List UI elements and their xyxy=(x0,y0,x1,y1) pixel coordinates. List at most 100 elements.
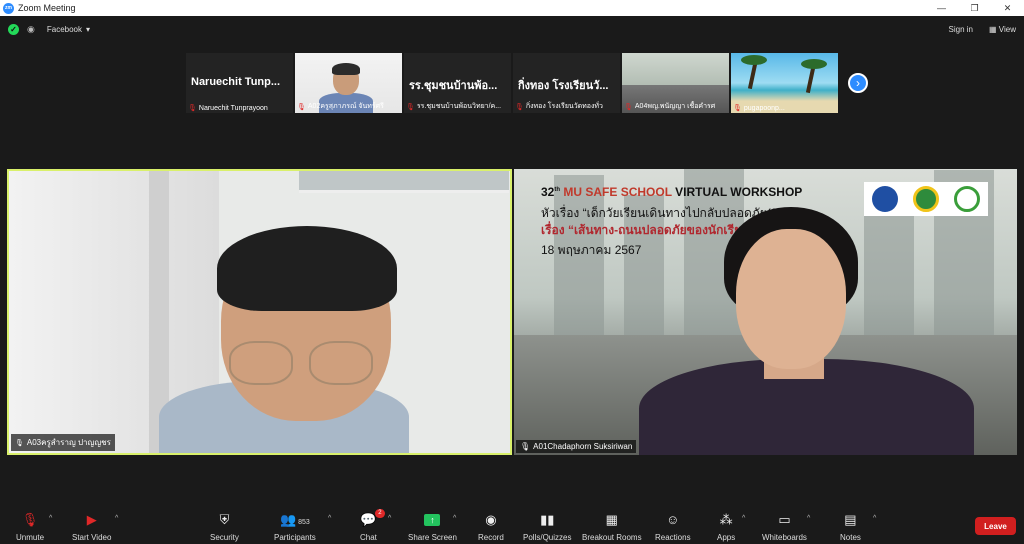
video-glasses xyxy=(309,341,373,385)
mic-off-icon: 🎙 xyxy=(188,105,197,112)
mic-off-icon: 🎙 xyxy=(515,103,524,111)
chat-icon: 💬 2 xyxy=(360,509,385,528)
share-screen-button[interactable]: ↑ Share Screen xyxy=(408,512,457,542)
participant-thumbnail[interactable]: กิ่งทอง โรงเรียนวั... 🎙 กิ่งทอง โรงเรียนว… xyxy=(513,53,620,113)
chat-unread-badge: 2 xyxy=(375,509,385,518)
whiteboards-button[interactable]: ▭ Whiteboards xyxy=(762,512,807,542)
participant-thumbnail-strip: Naruechit Tunp... 🎙 Naruechit Tunprayoon … xyxy=(186,53,838,113)
participants-count: 853 xyxy=(298,519,310,526)
share-screen-label: Share Screen xyxy=(408,533,457,542)
participant-name: A04พญ.พนัญญา เชื้อคำรศ xyxy=(634,103,716,110)
participant-display-name: รร.ชุมชนบ้านพ้อ... xyxy=(409,80,498,92)
livestream-menu[interactable]: Facebook ▾ xyxy=(47,25,90,34)
participant-display-name: กิ่งทอง โรงเรียนวั... xyxy=(518,80,609,92)
mic-off-icon: 🎙 xyxy=(733,105,742,112)
notes-icon: ▤ xyxy=(844,512,857,527)
notes-button[interactable]: ▤ Notes xyxy=(840,512,861,542)
video-options-chevron-icon[interactable]: ^ xyxy=(115,515,118,522)
university-logo-icon xyxy=(871,186,898,212)
participant-thumbnail[interactable]: รร.ชุมชนบ้านพ้อ... 🎙 รร.ชุมชนบ้านพ้อนวิทย… xyxy=(404,53,511,113)
institute-logo-icon xyxy=(912,186,939,212)
whiteboards-label: Whiteboards xyxy=(762,533,807,542)
participant-thumbnail[interactable]: 🎙 A04พญ.พนัญญา เชื้อคำรศ xyxy=(622,53,729,113)
slide-date: 18 พฤษภาคม 2567 xyxy=(541,243,642,257)
title-bar: zm Zoom Meeting — ❐ ✕ xyxy=(0,0,1024,16)
video-building xyxy=(554,175,604,345)
video-glasses xyxy=(229,341,293,385)
apps-button[interactable]: ⁂ Apps xyxy=(717,512,735,542)
breakout-rooms-button[interactable]: ▦ Breakout Rooms xyxy=(582,512,642,542)
start-video-label: Start Video xyxy=(72,533,112,542)
palm-tree-leaves xyxy=(741,55,767,65)
participant-thumbnail[interactable]: Naruechit Tunp... 🎙 Naruechit Tunprayoon xyxy=(186,53,293,113)
slide-topic: เรื่อง “เส้นทาง-ถนนปลอดภัยของนักเรีย... xyxy=(541,223,751,237)
participant-thumbnail[interactable]: 🎙 A02ครูสุภาภรณ์ จันทร์ศรี xyxy=(295,53,402,113)
video-off-icon: ▶ xyxy=(86,512,97,527)
active-speaker-video-tile[interactable]: 🎙 A03ครูสำราญ ปาญญชร xyxy=(7,169,512,455)
participants-label: Participants xyxy=(274,533,316,542)
mic-icon: 🎙 xyxy=(15,439,24,447)
notes-label: Notes xyxy=(840,533,861,542)
chat-button[interactable]: 💬 2 Chat xyxy=(360,509,385,542)
reactions-label: Reactions xyxy=(655,533,691,542)
sign-in-button[interactable]: Sign in xyxy=(949,25,973,34)
polls-quizzes-button[interactable]: ▮▮ Polls/Quizzes xyxy=(523,512,571,542)
reactions-button[interactable]: ☺ Reactions xyxy=(655,512,691,542)
participant-name: Naruechit Tunprayoon xyxy=(198,104,268,112)
livestream-signal-icon: ◉ xyxy=(27,23,35,34)
minimize-button[interactable]: — xyxy=(925,3,958,13)
slide-title-accent: MU SAFE SCHOOL xyxy=(563,185,672,199)
audio-options-chevron-icon[interactable]: ^ xyxy=(49,515,52,522)
mic-muted-icon: 🎙 xyxy=(21,512,39,527)
record-button[interactable]: ◉ Record xyxy=(478,512,504,542)
mic-off-icon: 🎙 xyxy=(624,103,633,111)
participants-options-chevron-icon[interactable]: ^ xyxy=(328,515,331,522)
breakout-rooms-icon: ▦ xyxy=(605,512,618,527)
palm-tree-leaves xyxy=(801,59,827,69)
view-button[interactable]: ▦ View xyxy=(989,25,1016,34)
leave-button[interactable]: Leave xyxy=(975,517,1016,535)
breakout-rooms-label: Breakout Rooms xyxy=(582,533,642,542)
window-title: Zoom Meeting xyxy=(18,3,76,13)
unmute-button[interactable]: 🎙 Unmute xyxy=(16,512,44,542)
participant-display-name: Naruechit Tunp... xyxy=(191,76,281,88)
whiteboards-options-chevron-icon[interactable]: ^ xyxy=(807,515,810,522)
maximize-button[interactable]: ❐ xyxy=(958,3,991,14)
unmute-label: Unmute xyxy=(16,533,45,542)
share-options-chevron-icon[interactable]: ^ xyxy=(453,515,456,522)
mic-off-icon: 🎙 xyxy=(406,103,415,111)
polls-quizzes-label: Polls/Quizzes xyxy=(523,533,572,542)
chat-options-chevron-icon[interactable]: ^ xyxy=(388,515,391,522)
record-icon: ◉ xyxy=(485,512,497,527)
next-page-button[interactable]: › xyxy=(848,73,868,93)
participant-name: กิ่งทอง โรงเรียนวัดทองทั่ว xyxy=(525,103,603,110)
meeting-controls-toolbar: 🎙 Unmute ^ ▶ Start Video ^ ⛨ Security 👥 8… xyxy=(0,506,1024,544)
sponsor-logos xyxy=(864,182,988,216)
video-hair xyxy=(217,226,397,311)
participant-name: pugapoonp... xyxy=(743,104,785,112)
participant-name: รร.ชุมชนบ้านพ้อนวิทยา/ค... xyxy=(416,103,502,110)
participants-icon: 👥 853 xyxy=(279,512,310,527)
participant-name: A01Chadaphorn Suksiriwan xyxy=(533,442,633,451)
video-window xyxy=(299,171,509,193)
security-button[interactable]: ⛨ Security xyxy=(210,512,239,542)
video-tile[interactable]: 32th MU SAFE SCHOOL VIRTUAL WORKSHOP หัว… xyxy=(514,169,1017,455)
apps-label: Apps xyxy=(717,533,736,542)
participants-button[interactable]: 👥 853 Participants xyxy=(274,512,316,542)
chevron-right-icon: › xyxy=(856,76,860,90)
mic-off-icon: 🎙 xyxy=(297,103,306,111)
video-head xyxy=(736,229,846,369)
close-button[interactable]: ✕ xyxy=(991,3,1024,14)
start-video-button[interactable]: ▶ Start Video xyxy=(72,512,111,542)
livestream-label: Facebook xyxy=(46,24,82,34)
more-options-chevron-icon[interactable]: ^ xyxy=(873,515,876,522)
encryption-shield-icon[interactable]: ✓ xyxy=(8,23,19,35)
apps-options-chevron-icon[interactable]: ^ xyxy=(742,515,745,522)
slide-title-suffix: VIRTUAL WORKSHOP xyxy=(675,185,803,199)
participant-name: A02ครูสุภาภรณ์ จันทร์ศรี xyxy=(307,103,384,110)
slide-title: 32th MU SAFE SCHOOL VIRTUAL WORKSHOP xyxy=(541,185,802,199)
participant-thumbnail[interactable]: 🎙 pugapoonp... xyxy=(731,53,838,113)
view-label: View xyxy=(998,24,1016,34)
mic-icon: 🎙 xyxy=(520,442,531,451)
whiteboard-icon: ▭ xyxy=(778,512,791,527)
